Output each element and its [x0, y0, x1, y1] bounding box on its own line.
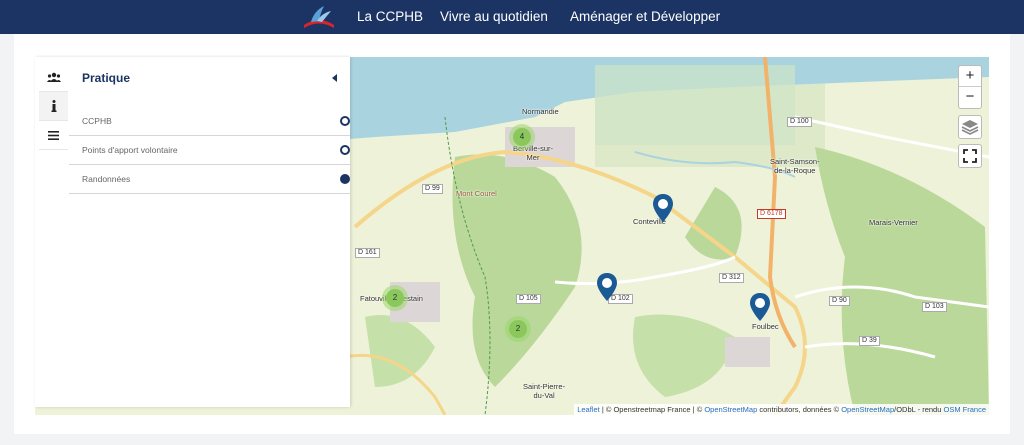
marker-cluster[interactable]: 2 [505, 316, 531, 342]
map-sidebar: Pratique CCPHB Points d'apport volontair… [35, 57, 350, 407]
nav-la-ccphb[interactable]: La CCPHB [357, 0, 423, 34]
zoom-control: + − [958, 65, 982, 109]
road-label-d90: D 90 [829, 296, 850, 306]
layer-item-randonnees[interactable]: Randonnées [69, 165, 350, 194]
osm-france-link[interactable]: OSM France [943, 405, 986, 414]
place-marais-vernier: Marais-Vernier [869, 218, 918, 227]
sidebar-tabs [39, 63, 68, 407]
road-label-d161: D 161 [355, 248, 380, 258]
place-foulbec: Foulbec [752, 322, 779, 331]
road-label-d99: D 99 [422, 184, 443, 194]
layer-item-ccphb[interactable]: CCPHB [69, 107, 350, 136]
attribution-text: contributors, données © [757, 405, 842, 414]
layer-toggle-icon[interactable] [340, 145, 350, 155]
top-navigation-bar: La CCPHB Vivre au quotidien Aménager et … [0, 0, 1024, 34]
fullscreen-button[interactable] [958, 144, 982, 168]
place-normandie: Normandie [522, 107, 559, 116]
layer-label: Randonnées [82, 174, 131, 184]
road-label-d6178: D 6178 [757, 209, 786, 219]
place-saint-pierre-du-val: Saint-Pierre- du-Val [523, 382, 566, 400]
collapse-sidebar-icon[interactable] [332, 74, 337, 82]
attribution-text: /ODbL - rendu [894, 405, 944, 414]
nav-vivre-au-quotidien[interactable]: Vivre au quotidien [440, 0, 548, 34]
zoom-in-button[interactable]: + [959, 66, 981, 87]
map-pin-marker[interactable] [749, 292, 771, 322]
marker-cluster[interactable]: 4 [509, 124, 535, 150]
menu-icon [48, 130, 59, 140]
map-pin-marker[interactable] [596, 272, 618, 302]
layer-item-points-apport[interactable]: Points d'apport volontaire [69, 136, 350, 165]
layer-toggle-icon[interactable] [340, 116, 350, 126]
layers-icon [961, 120, 979, 135]
fullscreen-icon [963, 149, 977, 163]
marker-cluster[interactable]: 2 [382, 285, 408, 311]
road-label-d312: D 312 [719, 273, 744, 283]
tab-users[interactable] [39, 63, 68, 92]
map-pin-marker[interactable] [652, 193, 674, 223]
sidebar-pane: Pratique CCPHB Points d'apport volontair… [69, 57, 350, 407]
osm-link[interactable]: OpenStreetMap [704, 405, 757, 414]
zoom-out-button[interactable]: − [959, 87, 981, 107]
layer-toggle-icon[interactable] [340, 174, 350, 184]
road-label-d100: D 100 [787, 117, 812, 127]
tab-info[interactable] [39, 92, 68, 121]
osm-link[interactable]: OpenStreetMap [841, 405, 894, 414]
tab-menu[interactable] [39, 121, 68, 150]
layer-label: Points d'apport volontaire [82, 145, 178, 155]
attribution-text: | © Openstreetmap France | © [599, 405, 705, 414]
layer-label: CCPHB [82, 116, 112, 126]
road-label-d105: D 105 [516, 294, 541, 304]
ccphb-logo[interactable] [300, 3, 338, 31]
nav-amenager-et-developper[interactable]: Aménager et Développer [570, 0, 720, 34]
users-icon [46, 72, 61, 82]
place-mont-courel: Mont Courel [456, 189, 497, 198]
info-icon [51, 100, 56, 112]
road-label-d39: D 39 [859, 336, 880, 346]
layers-button[interactable] [958, 115, 982, 139]
map-attribution: Leaflet | © Openstreetmap France | © Ope… [574, 404, 989, 415]
place-saint-samson: Saint-Samson- de-la-Roque [770, 157, 820, 175]
leaflet-link[interactable]: Leaflet [577, 405, 600, 414]
sidebar-title: Pratique [82, 71, 131, 85]
road-label-d103: D 103 [922, 302, 947, 312]
